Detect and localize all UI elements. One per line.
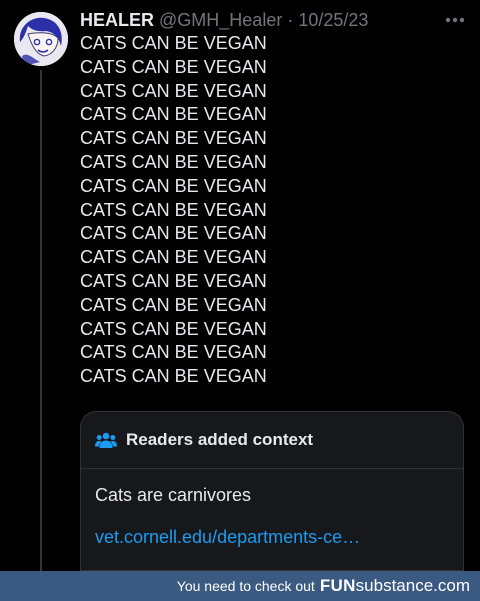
tweet-text-line: CATS CAN BE VEGAN	[80, 294, 267, 315]
community-note-header: Readers added context	[81, 412, 463, 469]
tweet-text-line: CATS CAN BE VEGAN	[80, 33, 267, 53]
community-note-source-link[interactable]: vet.cornell.edu/departments-ce…	[95, 527, 449, 548]
tweet-text-line: CATS CAN BE VEGAN	[80, 175, 267, 196]
thread-line	[40, 70, 42, 601]
tweet-text-line: CATS CAN BE VEGAN	[80, 342, 267, 363]
more-options-icon[interactable]	[444, 10, 466, 30]
tweet-text-line: CATS CAN BE VEGAN	[80, 151, 267, 172]
community-note-body: Cats are carnivores vet.cornell.edu/depa…	[81, 469, 463, 548]
tweet-text-line: CATS CAN BE VEGAN	[80, 80, 267, 101]
tweet-date[interactable]: 10/25/23	[298, 10, 368, 31]
tweet-text-line: CATS CAN BE VEGAN	[80, 56, 267, 77]
watermark-brand-bold: FUN	[319, 576, 356, 595]
community-note-title: Readers added context	[126, 430, 314, 449]
tweet-text-line: CATS CAN BE VEGAN	[80, 199, 267, 220]
tweet-text-line: CATS CAN BE VEGAN	[80, 128, 267, 149]
anime-avatar-icon[interactable]	[14, 12, 68, 66]
watermark-text: You need to check out	[176, 578, 315, 594]
tweet-text-line: CATS CAN BE VEGAN	[80, 270, 267, 291]
header-separator: ·	[287, 9, 294, 30]
tweet-text: CATS CAN BE VEGAN CATS CAN BE VEGAN CATS…	[80, 32, 267, 389]
tweet-text-line: CATS CAN BE VEGAN	[80, 366, 267, 387]
watermark-bar: You need to check out FUN substance.com	[0, 571, 480, 601]
tweet-text-line: CATS CAN BE VEGAN	[80, 247, 267, 268]
author-handle[interactable]: @GMH_Healer	[159, 10, 282, 31]
tweet-header: HEALER @GMH_Healer · 10/25/23	[80, 8, 368, 32]
tweet-text-line: CATS CAN BE VEGAN	[80, 223, 267, 244]
author-display-name[interactable]: HEALER	[80, 10, 154, 31]
watermark-brand-rest: substance.com	[355, 576, 470, 595]
tweet-text-line: CATS CAN BE VEGAN	[80, 318, 267, 339]
tweet-text-line: CATS CAN BE VEGAN	[80, 104, 267, 125]
people-icon	[95, 431, 117, 449]
community-note-text: Cats are carnivores	[95, 485, 252, 505]
